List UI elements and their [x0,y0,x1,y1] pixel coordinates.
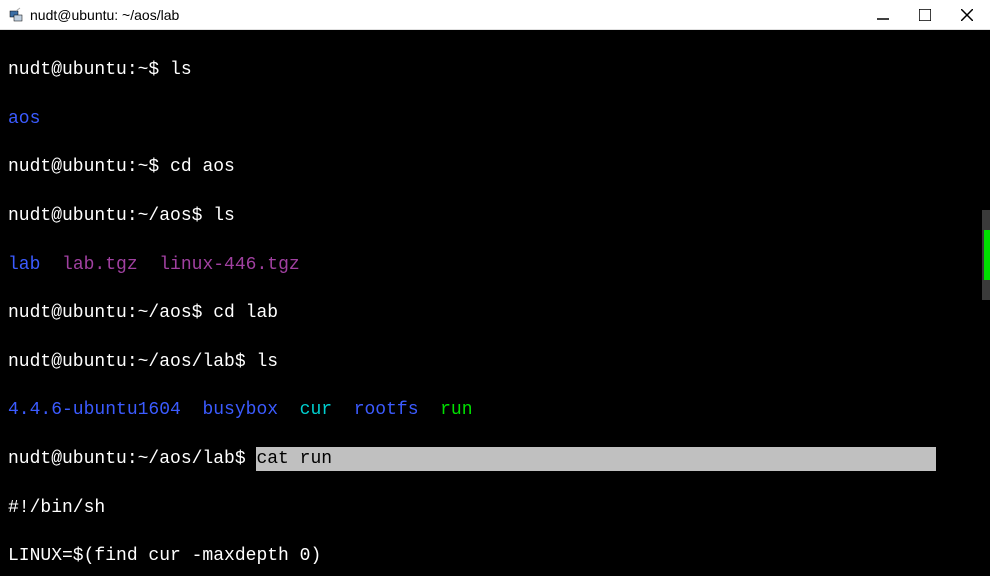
terminal-line: nudt@ubuntu:~$ cd aos [8,155,982,179]
script-line: #!/bin/sh [8,496,982,520]
script-line: LINUX=$(find cur -maxdepth 0) [8,544,982,568]
terminal-line: nudt@ubuntu:~/aos/lab$ ls [8,350,982,374]
putty-icon [8,7,24,23]
terminal-area[interactable]: nudt@ubuntu:~$ ls aos nudt@ubuntu:~$ cd … [0,30,990,576]
terminal-line: nudt@ubuntu:~$ ls [8,58,982,82]
scrollbar-thumb[interactable] [984,230,990,280]
dir-listing: aos [8,107,982,131]
minimize-button[interactable] [876,8,890,22]
window-title: nudt@ubuntu: ~/aos/lab [30,7,876,23]
terminal-line: nudt@ubuntu:~/aos$ ls [8,204,982,228]
dir-listing: lab lab.tgz linux-446.tgz [8,253,982,277]
window-titlebar: nudt@ubuntu: ~/aos/lab [0,0,990,30]
window-controls [876,8,982,22]
terminal-line: nudt@ubuntu:~/aos$ cd lab [8,301,982,325]
close-button[interactable] [960,8,974,22]
maximize-button[interactable] [918,8,932,22]
terminal-line: nudt@ubuntu:~/aos/lab$ cat run [8,447,982,471]
dir-listing: 4.4.6-ubuntu1604 busybox cur rootfs run [8,398,982,422]
